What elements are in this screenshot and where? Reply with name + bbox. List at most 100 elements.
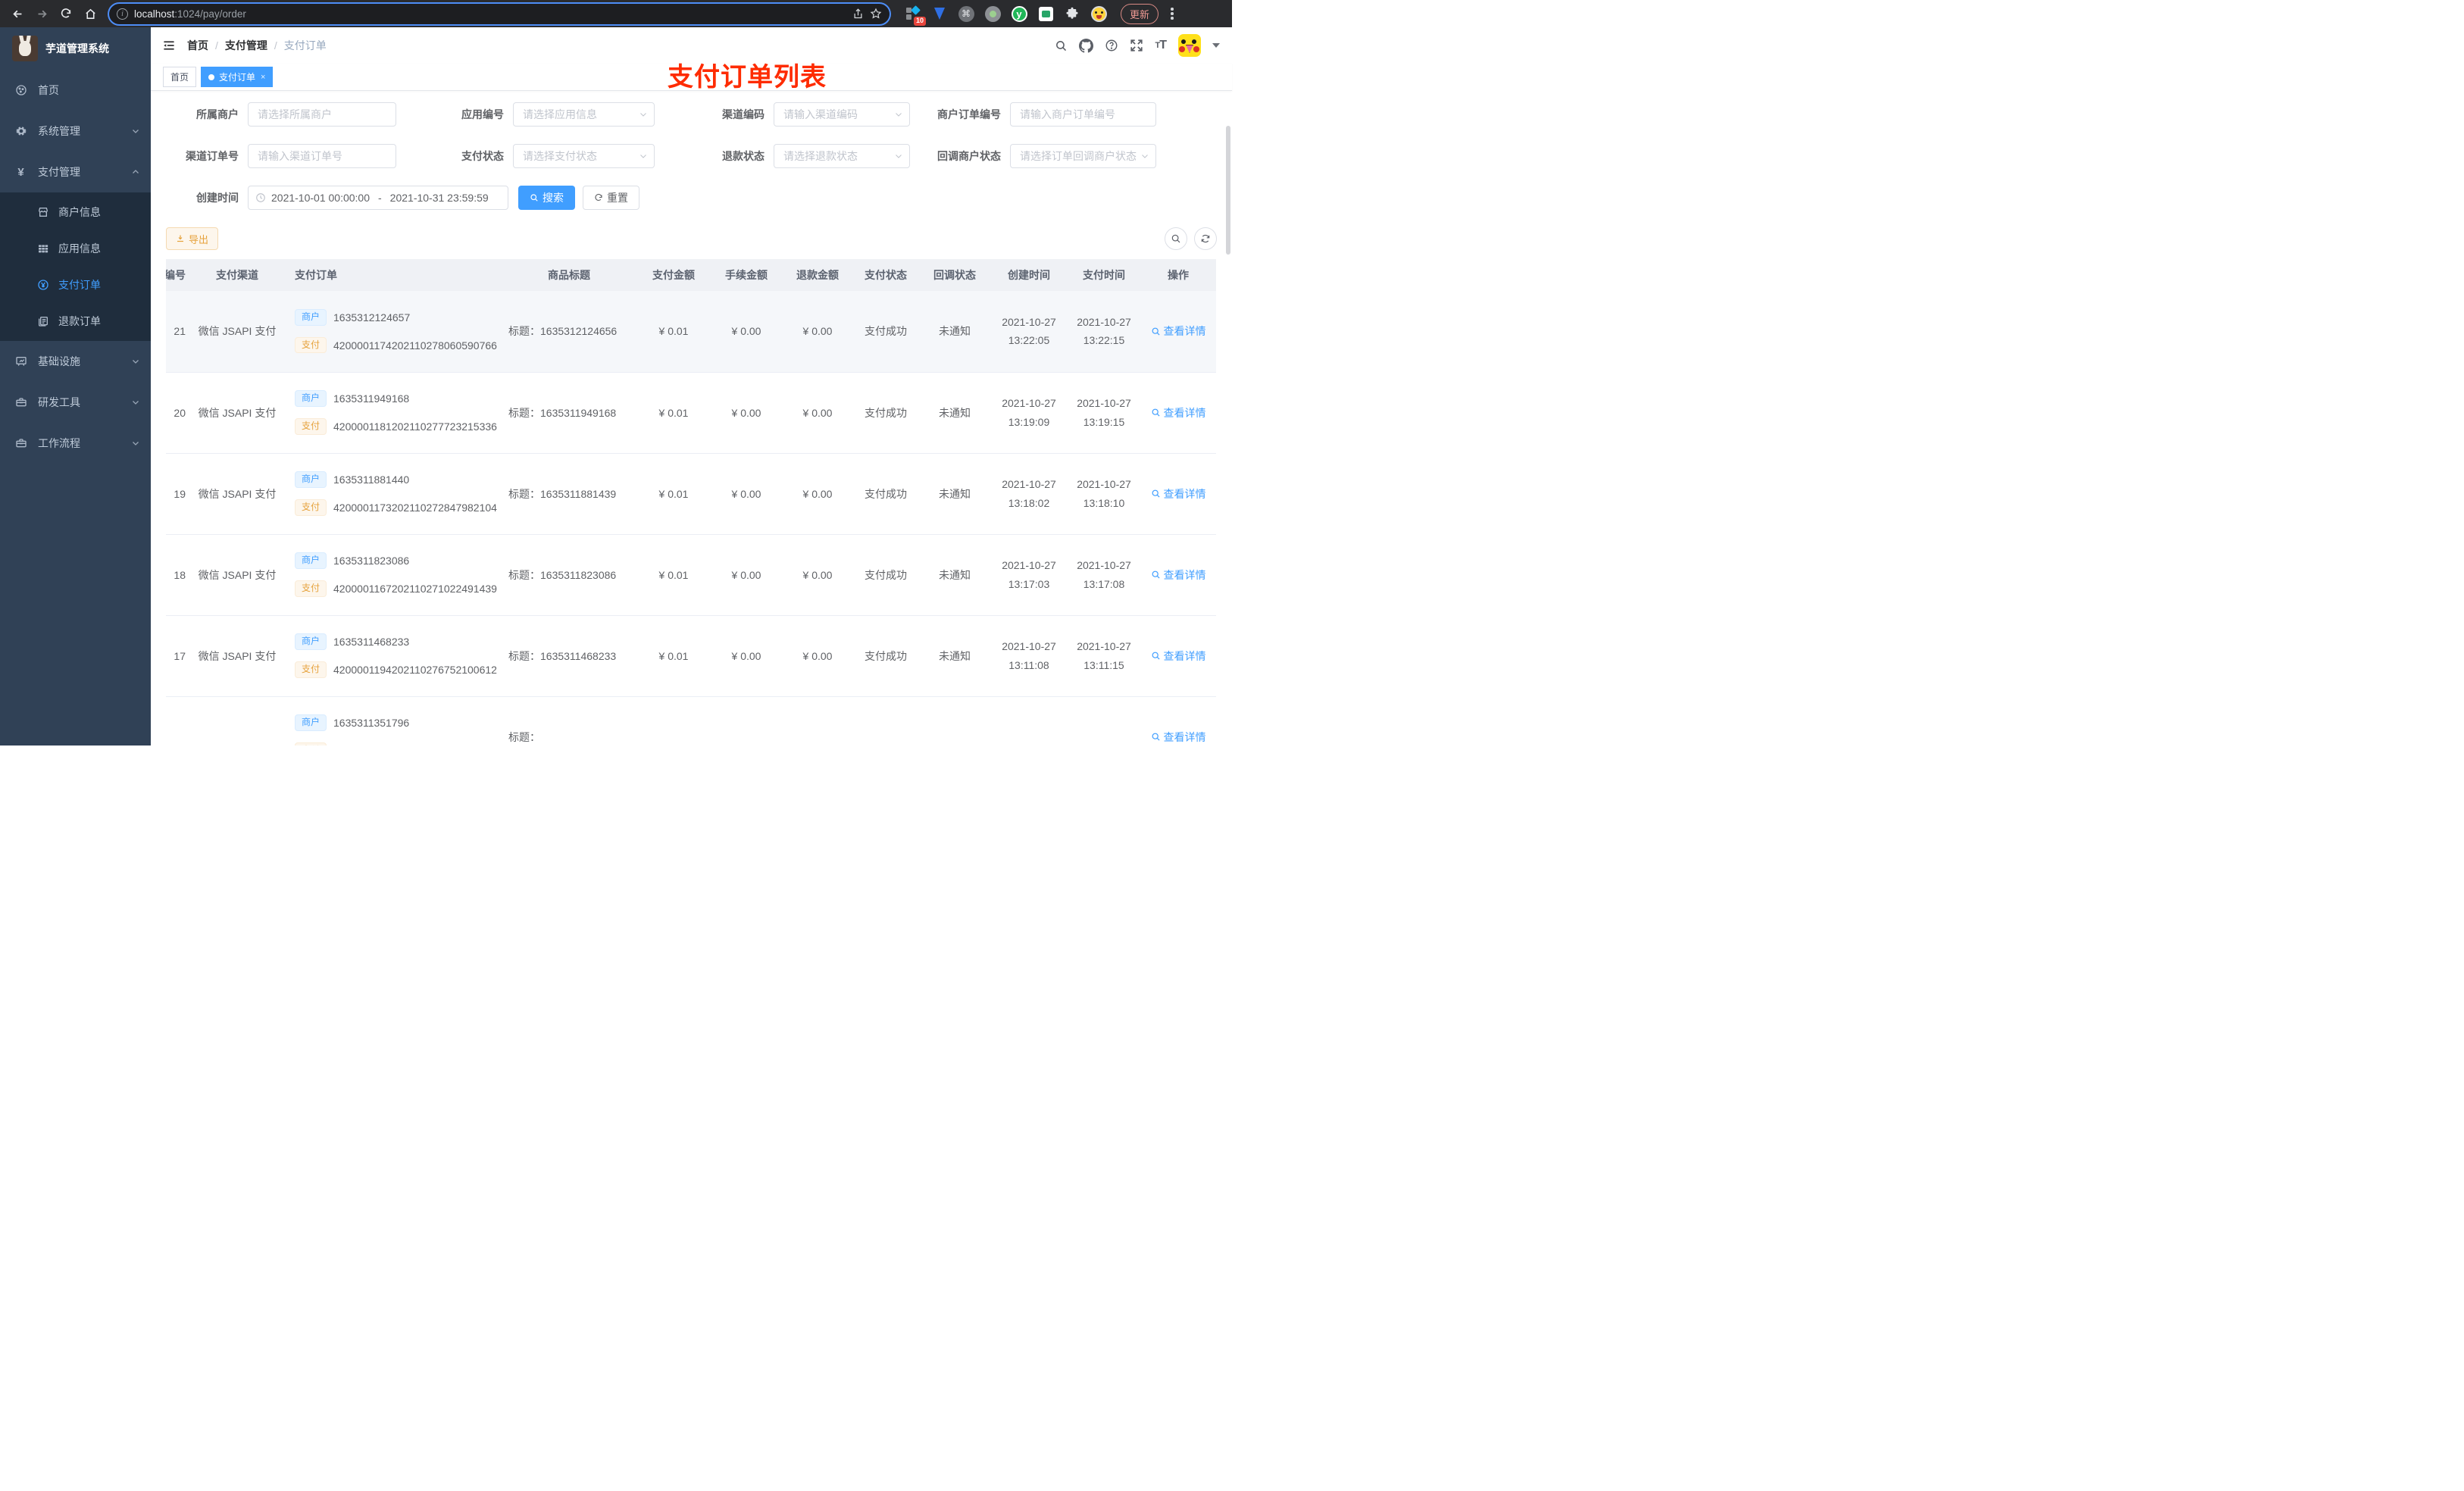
cell-notify-status: 未通知 — [919, 453, 990, 535]
table-row[interactable]: 21 微信 JSAPI 支付 商户 1635312124657 支付 42000… — [166, 291, 1216, 373]
fullscreen-icon[interactable] — [1130, 39, 1143, 52]
sidebar-item-home[interactable]: 首页 — [0, 70, 151, 111]
cell-title: 标题：1635311823086 — [501, 534, 637, 616]
detail-search-icon — [1152, 570, 1160, 579]
cell-fee: ¥ 0.00 — [710, 615, 783, 697]
cell-action: 查看详情 — [1140, 696, 1216, 746]
cell-pay-time — [1068, 696, 1140, 746]
refund-status-select[interactable] — [774, 144, 910, 168]
pay-tag: 支付 — [295, 742, 327, 746]
github-icon[interactable] — [1079, 38, 1094, 53]
channel-pay-no: 4200001173202110272847982104 — [333, 501, 497, 514]
app-select-input[interactable] — [513, 102, 655, 127]
cell-refund: ¥ 0.00 — [783, 534, 852, 616]
cell-pay-status: 支付成功 — [852, 534, 919, 616]
col-pay-time: 支付时间 — [1068, 259, 1140, 291]
extension-y-icon[interactable]: y — [1011, 5, 1027, 22]
breadcrumb-payment[interactable]: 支付管理 — [225, 38, 267, 53]
avatar-caret-icon[interactable] — [1212, 43, 1220, 48]
sidebar-item-payment[interactable]: ¥ 支付管理 — [0, 152, 151, 192]
cell-amount: ¥ 0.01 — [637, 615, 710, 697]
merchant-order-no-input[interactable] — [1010, 102, 1156, 127]
sidebar-item-workflow[interactable]: 工作流程 — [0, 423, 151, 464]
sidebar-item-merchant-info[interactable]: 商户信息 — [0, 194, 151, 230]
search-button[interactable]: 搜索 — [518, 186, 575, 210]
cell-id: 19 — [166, 453, 186, 535]
view-detail-link[interactable]: 查看详情 — [1151, 324, 1206, 339]
url-text: localhost:1024/pay/order — [134, 8, 246, 20]
table-row[interactable]: 20 微信 JSAPI 支付 商户 1635311949168 支付 42000… — [166, 372, 1216, 454]
view-detail-link[interactable]: 查看详情 — [1151, 405, 1206, 420]
table-row[interactable]: 商户 1635311351796 支付 标题： 查看详情 — [166, 696, 1216, 746]
cell-id: 17 — [166, 615, 186, 697]
browser-menu-icon[interactable] — [1171, 8, 1174, 20]
sidebar-item-app-info[interactable]: 应用信息 — [0, 230, 151, 267]
tag-close-icon[interactable]: × — [261, 73, 265, 82]
address-bar[interactable]: i localhost:1024/pay/order — [109, 3, 890, 24]
pay-status-select[interactable] — [513, 144, 655, 168]
sidebar-item-dev-tools[interactable]: 研发工具 — [0, 382, 151, 423]
view-detail-link[interactable]: 查看详情 — [1151, 486, 1206, 502]
cell-channel — [186, 696, 289, 746]
extension-chat-icon[interactable] — [1037, 5, 1054, 22]
browser-update-button[interactable]: 更新 — [1121, 3, 1159, 24]
cell-pay-time: 2021-10-27 13:19:15 — [1068, 372, 1140, 454]
toggle-search-button[interactable] — [1165, 227, 1187, 250]
col-pay-status: 支付状态 — [852, 259, 919, 291]
extensions-puzzle-icon[interactable] — [1064, 5, 1080, 22]
table-row[interactable]: 19 微信 JSAPI 支付 商户 1635311881440 支付 42000… — [166, 453, 1216, 535]
col-channel: 支付渠道 — [186, 259, 289, 291]
sidebar-item-refund-order[interactable]: 退款订单 — [0, 303, 151, 339]
sidebar-toggle-icon[interactable] — [155, 32, 183, 59]
browser-reload-button[interactable] — [56, 4, 76, 23]
browser-back-button[interactable] — [8, 4, 27, 23]
cell-create-time — [990, 696, 1068, 746]
cell-action: 查看详情 — [1140, 291, 1216, 373]
date-range-picker[interactable]: 2021-10-01 00:00:00 - 2021-10-31 23:59:5… — [248, 186, 508, 210]
cell-amount: ¥ 0.01 — [637, 372, 710, 454]
table-row[interactable]: 17 微信 JSAPI 支付 商户 1635311468233 支付 42000… — [166, 615, 1216, 697]
view-detail-link[interactable]: 查看详情 — [1151, 567, 1206, 583]
sidebar-item-infrastructure[interactable]: 基础设施 — [0, 341, 151, 382]
cell-pay-status: 支付成功 — [852, 372, 919, 454]
browser-home-button[interactable] — [80, 4, 100, 23]
chevron-down-icon — [131, 398, 140, 407]
detail-search-icon — [1152, 733, 1160, 741]
cell-pay-time: 2021-10-27 13:11:15 — [1068, 615, 1140, 697]
browser-forward-button[interactable] — [32, 4, 52, 23]
notify-status-select[interactable] — [1010, 144, 1156, 168]
cell-create-time: 2021-10-27 13:17:03 — [990, 534, 1068, 616]
channel-order-no-input[interactable] — [248, 144, 396, 168]
share-icon[interactable] — [852, 8, 864, 20]
profile-avatar-icon[interactable] — [1090, 5, 1107, 22]
scrollbar-thumb[interactable] — [1226, 126, 1230, 255]
help-icon[interactable] — [1105, 39, 1118, 52]
merchant-order-no: 1635311881440 — [333, 474, 410, 486]
app-logo-row[interactable]: 芋道管理系统 — [0, 27, 151, 70]
view-detail-link[interactable]: 查看详情 — [1151, 649, 1206, 664]
view-detail-link[interactable]: 查看详情 — [1151, 730, 1206, 745]
refresh-table-button[interactable] — [1194, 227, 1217, 250]
tag-home[interactable]: 首页 — [163, 67, 197, 87]
dashboard-icon — [14, 84, 27, 96]
cell-amount: ¥ 0.01 — [637, 534, 710, 616]
channel-code-input[interactable] — [774, 102, 910, 127]
extension-kite-icon[interactable] — [931, 5, 948, 22]
reset-button[interactable]: 重置 — [583, 186, 639, 210]
extension-command-icon[interactable]: ⌘ — [958, 5, 974, 22]
extension-blocks-icon[interactable]: 10 — [905, 5, 926, 26]
breadcrumb-home[interactable]: 首页 — [187, 38, 208, 53]
extension-record-icon[interactable] — [984, 5, 1001, 22]
export-button[interactable]: 导出 — [166, 227, 219, 250]
user-avatar[interactable] — [1178, 34, 1201, 57]
search-icon[interactable] — [1055, 39, 1068, 52]
bookmark-star-icon[interactable] — [870, 8, 882, 20]
table-header-row: 编号 支付渠道 支付订单 商品标题 支付金额 手续金额 退款金额 支付状态 回调… — [166, 259, 1216, 291]
tag-pay-order[interactable]: 支付订单 × — [201, 67, 274, 87]
sidebar-item-system[interactable]: 系统管理 — [0, 111, 151, 152]
merchant-select-input[interactable] — [248, 102, 396, 127]
site-info-icon[interactable]: i — [117, 8, 128, 20]
font-size-icon[interactable]: TT — [1155, 39, 1167, 52]
table-row[interactable]: 18 微信 JSAPI 支付 商户 1635311823086 支付 42000… — [166, 534, 1216, 616]
sidebar-item-pay-order[interactable]: 支付订单 — [0, 267, 151, 303]
